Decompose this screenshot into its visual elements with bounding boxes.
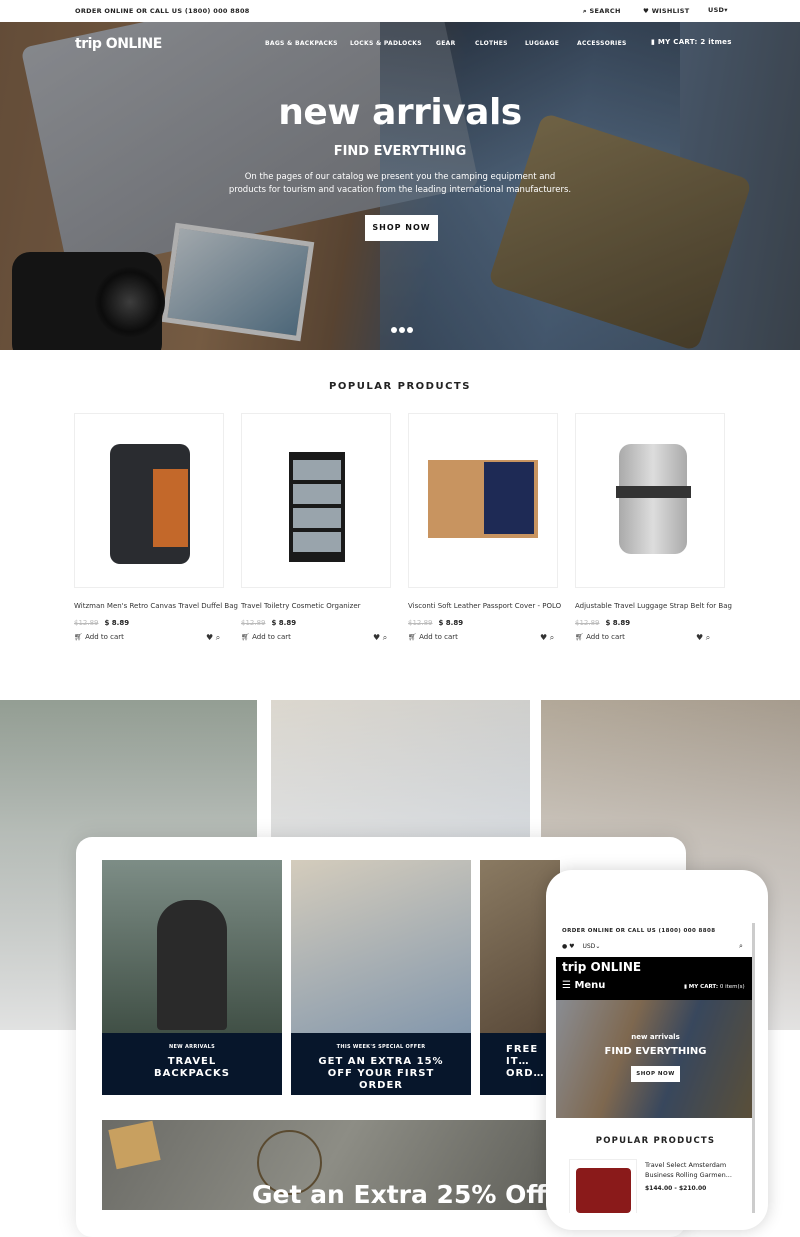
- nav-luggage[interactable]: LUGGAGE: [525, 40, 559, 47]
- bag-icon: ▮: [651, 38, 658, 46]
- slider-dot[interactable]: [391, 327, 397, 333]
- search-icon[interactable]: ⌕: [739, 942, 743, 951]
- hero-slider: trip ONLINE BAGS & BACKPACKS LOCKS & PAD…: [0, 22, 800, 350]
- mobile-hero: new arrivals FIND EVERYTHING SHOP NOW: [556, 1000, 752, 1118]
- cart-icon: 🛒︎: [408, 633, 420, 641]
- product-name[interactable]: Adjustable Travel Luggage Strap Belt for…: [575, 602, 732, 610]
- cart-icon: 🛒︎: [241, 633, 253, 641]
- heart-icon[interactable]: ♥: [569, 943, 574, 950]
- add-to-cart-button[interactable]: 🛒︎ Add to cart: [575, 633, 625, 641]
- hero-subtitle: FIND EVERYTHING: [333, 144, 467, 159]
- product-image[interactable]: [241, 413, 391, 588]
- product-price: $12.89 $ 8.89: [575, 619, 631, 627]
- cart-icon: 🛒︎: [74, 633, 86, 641]
- banner-title: Get an Extra 25% Off: [252, 1180, 547, 1209]
- cart-icon: 🛒︎: [575, 633, 587, 641]
- product-image[interactable]: [74, 413, 224, 588]
- mobile-logo[interactable]: trip ONLINE: [562, 960, 641, 974]
- nav-clothes[interactable]: CLOTHES: [475, 40, 508, 47]
- slider-dot[interactable]: [407, 327, 413, 333]
- slider-dot[interactable]: [399, 327, 405, 333]
- product-name[interactable]: Travel Toiletry Cosmetic Organizer: [241, 602, 361, 610]
- mobile-shop-now-button[interactable]: SHOP NOW: [631, 1066, 680, 1082]
- product-price: $12.89 $ 8.89: [408, 619, 464, 627]
- contact-text: ORDER ONLINE OR CALL US (1800) 000 8808: [75, 7, 250, 15]
- mobile-menu-button[interactable]: ☰ Menu: [562, 980, 605, 991]
- add-to-cart-button[interactable]: 🛒︎ Add to cart: [241, 633, 291, 641]
- logo[interactable]: trip ONLINE: [75, 36, 162, 52]
- main-nav: trip ONLINE BAGS & BACKPACKS LOCKS & PAD…: [0, 22, 800, 67]
- product-name[interactable]: Visconti Soft Leather Passport Cover - P…: [408, 602, 561, 610]
- mobile-product-image[interactable]: [569, 1159, 637, 1213]
- section-title: POPULAR PRODUCTS: [329, 381, 471, 392]
- product-image[interactable]: [575, 413, 725, 588]
- nav-locks[interactable]: LOCKS & PADLOCKS: [350, 40, 422, 47]
- add-to-cart-button[interactable]: 🛒︎ Add to cart: [74, 633, 124, 641]
- discount-banner[interactable]: Get an Extra 25% Off: [102, 1120, 557, 1210]
- nav-accessories[interactable]: ACCESSORIES: [577, 40, 627, 47]
- mobile-currency[interactable]: USD: [582, 943, 595, 950]
- quick-view-icon[interactable]: ⌕: [216, 633, 220, 642]
- quick-view-icon[interactable]: ⌕: [383, 633, 387, 642]
- product-name[interactable]: Witzman Men's Retro Canvas Travel Duffel…: [74, 602, 238, 610]
- mobile-section-title: POPULAR PRODUCTS: [595, 1136, 716, 1146]
- quick-view-icon[interactable]: ⌕: [706, 633, 710, 642]
- wishlist-heart-icon[interactable]: ♥: [206, 633, 213, 642]
- wishlist-link[interactable]: ♥ WISHLIST: [643, 7, 690, 15]
- wishlist-heart-icon[interactable]: ♥: [540, 633, 547, 642]
- promo-tile[interactable]: NEW ARRIVALS TRAVEL BACKPACKS: [102, 860, 282, 1095]
- hero-description: On the pages of our catalog we present y…: [228, 172, 572, 195]
- top-bar: ORDER ONLINE OR CALL US (1800) 000 8808 …: [0, 0, 800, 22]
- cart-link[interactable]: ▮ MY CART: 2 itmes: [651, 38, 732, 46]
- product-price: $12.89 $ 8.89: [74, 619, 130, 627]
- mobile-cart[interactable]: ▮ MY CART: 0 item(s): [684, 984, 745, 990]
- mobile-screen: ORDER ONLINE OR CALL US (1800) 000 8808 …: [556, 923, 755, 1213]
- hero-title: new arrivals: [278, 92, 522, 133]
- wishlist-heart-icon[interactable]: ♥: [373, 633, 380, 642]
- promo-tile[interactable]: THIS WEEK'S SPECIAL OFFER GET AN EXTRA 15…: [291, 860, 471, 1095]
- add-to-cart-button[interactable]: 🛒︎ Add to cart: [408, 633, 458, 641]
- quick-view-icon[interactable]: ⌕: [550, 633, 554, 642]
- wishlist-heart-icon[interactable]: ♥: [696, 633, 703, 642]
- currency-select[interactable]: USD▾: [708, 6, 728, 14]
- mobile-product-name[interactable]: Travel Select Amsterdam Business Rolling…: [645, 1160, 745, 1180]
- nav-gear[interactable]: GEAR: [436, 40, 456, 47]
- search-link[interactable]: ⌕ SEARCH: [583, 7, 621, 16]
- user-icon[interactable]: ●: [562, 943, 567, 950]
- mobile-product-price: $144.00 - $210.00: [645, 1185, 707, 1192]
- product-image[interactable]: [408, 413, 558, 588]
- product-price: $12.89 $ 8.89: [241, 619, 297, 627]
- heart-icon: ♥: [643, 7, 652, 15]
- shop-now-button[interactable]: SHOP NOW: [365, 215, 438, 241]
- nav-bags[interactable]: BAGS & BACKPACKS: [265, 40, 338, 47]
